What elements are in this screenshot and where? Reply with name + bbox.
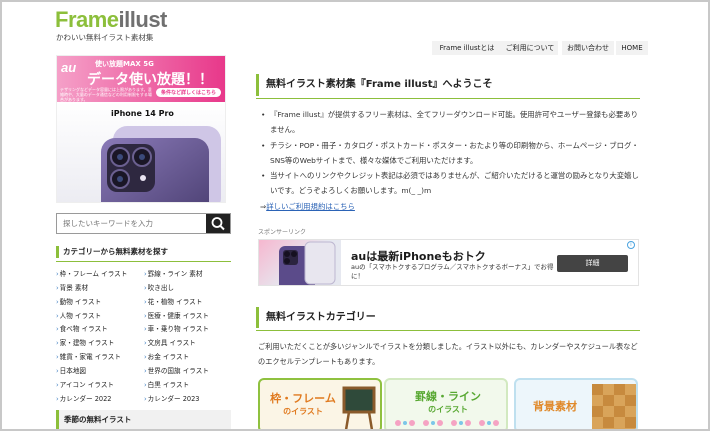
intro-list: 『Frame illust』が提供するフリー素材は、全てフリーダウンロード可能。… [260,107,644,214]
ad-subtitle: auの「スマホトクするプログラム／スマホトクするボーナス」でお得に！ [351,263,554,280]
chevron-right-icon: › [56,312,59,320]
welcome-heading: 無料イラスト素材集『Frame illust』へようこそ [256,74,640,96]
ad-cta-button[interactable]: 条件など詳しくはこちら [155,88,221,97]
line-illust-banner[interactable]: 罫線・ライン のイラスト [384,378,508,429]
category-description: ご利用いただくことが多いジャンルでイラストを分類しました。イラスト以外にも、カレ… [258,342,638,366]
category-link-goods[interactable]: ›雑貨・家電 イラスト [56,351,121,361]
chevron-right-icon: › [144,339,147,347]
category-link-flower[interactable]: ›花・植物 イラスト [144,296,202,306]
category-link-japan-map[interactable]: ›日本地図 [56,365,86,375]
category-link-animal[interactable]: ›動物 イラスト [56,296,101,306]
season-section-title: 季節の無料イラスト [56,410,231,429]
category-title-underline [56,261,231,262]
category-link-icon[interactable]: ›アイコン イラスト [56,379,114,389]
iphone-thumbnail [279,241,336,285]
category-link-medical[interactable]: ›医療・健康 イラスト [144,310,209,320]
heart-line-icon [395,420,499,426]
sponsor-label: スポンサーリンク [258,229,307,236]
banner-label: 枠・フレーム のイラスト [270,392,336,416]
terms-link[interactable]: 詳しいご利用規約はこちら [266,202,355,211]
category-link-money[interactable]: ›お金 イラスト [144,351,189,361]
chevron-right-icon: › [56,325,59,333]
chevron-right-icon: › [144,395,147,403]
category-link-people[interactable]: ›人物 イラスト [56,310,101,320]
ad-phone-image [259,240,341,285]
category-link-calendar-2022[interactable]: ›カレンダー 2022 [56,393,112,403]
category-link-building[interactable]: ›家・建物 イラスト [56,337,114,347]
category-link-line[interactable]: ›罫線・ライン 素材 [144,268,203,278]
inline-ad-banner[interactable]: auは最新iPhoneもおトク auの「スマホトクするプログラム／スマホトクする… [258,239,639,286]
background-material-banner[interactable]: 背景素材 [514,378,638,429]
chevron-right-icon: › [56,298,59,306]
chevron-right-icon: › [56,270,59,278]
chevron-right-icon: › [56,395,59,403]
category-section-title: カテゴリーから無料素材を探す [56,246,231,258]
chevron-right-icon: › [144,381,147,389]
search-input[interactable] [57,214,207,233]
category-link-stationery[interactable]: ›文房具 イラスト [144,337,196,347]
category-link-monochrome[interactable]: ›白黒 イラスト [144,379,189,389]
category-link-frame[interactable]: ›枠・フレーム イラスト [56,268,127,278]
category-link-speech-bubble[interactable]: ›吹き出し [144,282,174,292]
chevron-right-icon: › [144,270,147,278]
chevron-right-icon: › [56,284,59,292]
ad-header-strip: au 使い放題MAX 5G データ使い放題！！ テザリングなどデータ容量には上限… [57,56,225,102]
category-heading: 無料イラストカテゴリー [256,307,640,328]
nav-about[interactable]: Frame illustとは [432,41,502,55]
ad-info-icon[interactable]: i [627,241,635,249]
welcome-heading-underline [256,98,640,99]
chevron-right-icon: › [56,381,59,389]
ad-plan-name: 使い放題MAX 5G [95,60,154,68]
ad-headline: データ使い放題！！ [87,72,213,88]
search-button[interactable] [206,214,230,233]
ad-product-area: iPhone 14 Pro [57,102,225,202]
iphone-image [101,126,221,202]
ad-details-button[interactable]: 詳細 [557,255,628,272]
category-heading-underline [256,330,640,331]
intro-item: 当サイトへのリンクやクレジット表記は必須ではありませんが、ご紹介いただけると運営… [260,168,644,199]
banner-label: 背景素材 [533,400,577,413]
category-link-flags[interactable]: ›世界の国旗 イラスト [144,365,209,375]
sidebar: au 使い放題MAX 5G データ使い放題！！ テザリングなどデータ容量には上限… [50,55,242,429]
logo-frame-text: Frame [55,7,119,32]
chevron-right-icon: › [144,312,147,320]
category-link-food[interactable]: ›食べ物 イラスト [56,323,108,333]
ad-fineprint: テザリングなどデータ容量には上限があります。混雑時や、大量のデータ通信などの利用… [60,87,152,102]
terms-line: ⇒詳しいご利用規約はこちら [260,199,644,214]
logo-illust-text: illust [118,7,168,32]
pattern-background-icon [592,384,636,429]
site-logo[interactable]: Frameillust [55,7,167,33]
search-icon [211,217,225,231]
nav-usage[interactable]: ご利用について [502,41,558,55]
chevron-right-icon: › [144,298,147,306]
nav-home[interactable]: HOME [616,41,648,55]
sidebar-ad-banner[interactable]: au 使い放題MAX 5G データ使い放題！！ テザリングなどデータ容量には上限… [56,55,226,203]
au-logo: au [61,60,77,75]
category-link-vehicle[interactable]: ›車・乗り物 イラスト [144,323,209,333]
category-link-calendar-2023[interactable]: ›カレンダー 2023 [144,393,200,403]
intro-item: 『Frame illust』が提供するフリー素材は、全てフリーダウンロード可能。… [260,107,644,138]
site-tagline: かわいい無料イラスト素材集 [56,33,154,42]
chevron-right-icon: › [144,367,147,375]
chevron-right-icon: › [144,284,147,292]
ad-title: auは最新iPhoneもおトク [351,250,486,263]
browser-frame: Frameillust かわいい無料イラスト素材集 Frame illustとは… [0,0,710,431]
banner-label: 罫線・ライン のイラスト [415,390,481,414]
frame-illust-banner[interactable]: 枠・フレーム のイラスト [258,378,382,429]
chevron-right-icon: › [144,353,147,361]
chevron-right-icon: › [56,367,59,375]
main-content: 無料イラスト素材集『Frame illust』へようこそ 『Frame illu… [244,55,654,429]
chevron-right-icon: › [56,353,59,361]
chevron-right-icon: › [56,339,59,347]
category-link-background[interactable]: ›背景 素材 [56,282,88,292]
blackboard-icon [342,386,376,429]
nav-contact[interactable]: お問い合わせ [562,41,614,55]
search-box [56,213,231,234]
chevron-right-icon: › [144,325,147,333]
intro-item: チラシ・POP・冊子・カタログ・ポストカード・ポスター・おたより等の印刷物から、… [260,138,644,169]
